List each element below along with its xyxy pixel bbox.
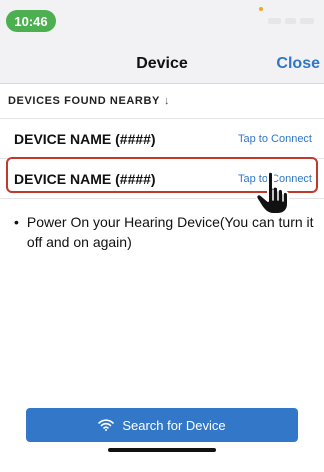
tap-to-connect-link[interactable]: Tap to Connect <box>238 119 312 159</box>
section-header-label: DEVICES FOUND NEARBY <box>8 95 160 107</box>
pointing-hand-icon <box>255 170 289 215</box>
bullet-icon: • <box>14 214 19 230</box>
search-for-device-button[interactable]: Search for Device <box>26 408 298 442</box>
search-for-device-label: Search for Device <box>122 417 226 433</box>
navigation-bar: Device Close <box>0 44 324 84</box>
wifi-icon <box>98 419 115 431</box>
close-button[interactable]: Close <box>276 44 320 84</box>
home-indicator[interactable] <box>108 448 216 452</box>
status-time: 10:46 <box>6 10 56 32</box>
device-name: DEVICE NAME (####) <box>14 131 156 147</box>
recording-indicator-icon <box>259 7 263 11</box>
status-icons <box>268 16 314 26</box>
device-list-item[interactable]: DEVICE NAME (####) Tap to Connect <box>0 119 324 159</box>
page-title: Device <box>136 55 188 72</box>
status-bar: 10:46 <box>0 0 324 44</box>
instruction-item: • Power On your Hearing Device(You can t… <box>14 212 314 252</box>
down-arrow-icon: ↓ <box>163 95 171 107</box>
devices-section-header: DEVICES FOUND NEARBY ↓ <box>8 84 170 118</box>
instruction-text: Power On your Hearing Device(You can tur… <box>26 214 314 250</box>
